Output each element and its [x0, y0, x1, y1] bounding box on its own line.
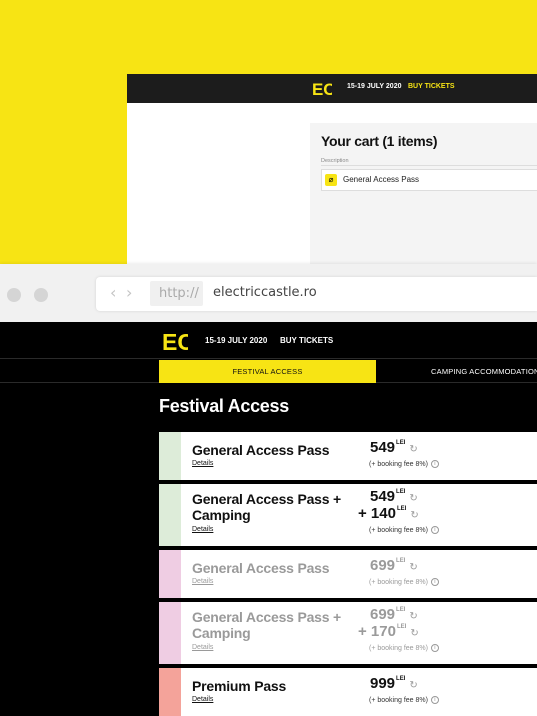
ticket-price: 999LEI↻ [370, 675, 418, 692]
refresh-icon: ↻ [409, 680, 418, 691]
festival-site: EC 15-19 JULY 2020 BUY TICKETS FESTIVAL … [0, 322, 537, 716]
booking-fee: (+ booking fee 8%) i [369, 526, 439, 534]
ticket-name: General Access Pass [192, 442, 330, 458]
info-icon[interactable]: i [430, 644, 439, 652]
refresh-icon: ↻ [409, 444, 418, 455]
info-icon[interactable]: i [430, 460, 439, 468]
currency-label: LEI [396, 489, 406, 495]
ec-logo: EC [312, 80, 332, 99]
window-dot-2[interactable] [34, 288, 48, 302]
details-link[interactable]: Details [192, 526, 213, 533]
tab-camping-accommodation[interactable]: CAMPING ACCOMMODATION [431, 360, 537, 383]
buy-tickets-link[interactable]: BUY TICKETS [280, 336, 333, 345]
ticket-card[interactable]: General Access Pass + Camping Details 54… [159, 484, 537, 546]
refresh-icon: ↻ [410, 510, 419, 521]
background-page-screenshot: EC 15-19 JULY 2020 BUY TICKETS Your cart… [127, 74, 537, 264]
ticket-price: 549LEI↻ [370, 439, 418, 456]
background-header: EC 15-19 JULY 2020 BUY TICKETS [127, 74, 537, 103]
refresh-icon: ↻ [410, 628, 419, 639]
ticket-stripe [159, 484, 181, 546]
details-link[interactable]: Details [192, 460, 213, 467]
cart-item[interactable]: ⌀ General Access Pass [321, 169, 537, 191]
divider [321, 165, 537, 166]
info-icon[interactable]: i [430, 526, 439, 534]
ticket-card[interactable]: Premium Pass Details 999LEI↻ (+ booking … [159, 668, 537, 716]
cart-title: Your cart (1 items) [321, 133, 438, 149]
details-link[interactable]: Details [192, 696, 213, 703]
ticket-stripe [159, 550, 181, 598]
buy-tickets-link[interactable]: BUY TICKETS [408, 83, 455, 90]
camping-price: + 170LEI↻ [358, 623, 419, 640]
ticket-price: 699LEI↻ [370, 557, 418, 574]
ticket-name: General Access Pass + Camping [192, 609, 342, 641]
festival-dates: 15-19 JULY 2020 [205, 336, 268, 345]
currency-label: LEI [396, 506, 407, 512]
description-column-label: Description [321, 158, 349, 164]
window-dot-1[interactable] [7, 288, 21, 302]
ticket-stripe [159, 602, 181, 664]
tab-festival-access[interactable]: FESTIVAL ACCESS [159, 360, 376, 383]
ticket-price: 699LEI↻ [370, 606, 418, 623]
browser-bar: ‹ › http:// electriccastle.ro [0, 264, 537, 322]
festival-dates: 15-19 JULY 2020 [347, 83, 402, 90]
url-protocol: http:// [150, 281, 203, 306]
booking-fee: (+ booking fee 8%) i [369, 578, 439, 586]
ticket-card[interactable]: General Access Pass + Camping Details 69… [159, 602, 537, 664]
ticket-stripe [159, 432, 181, 480]
ticket-tabs: FESTIVAL ACCESS CAMPING ACCOMMODATION [0, 360, 537, 383]
details-link[interactable]: Details [192, 578, 213, 585]
ticket-price: 549LEI↻ [370, 488, 418, 505]
booking-fee: (+ booking fee 8%) i [369, 696, 439, 704]
currency-label: LEI [396, 558, 406, 564]
currency-label: LEI [396, 607, 406, 613]
currency-label: LEI [396, 440, 406, 446]
svg-text:EC: EC [312, 80, 332, 99]
ticket-card[interactable]: General Access Pass Details 699LEI↻ (+ b… [159, 550, 537, 598]
currency-label: LEI [396, 676, 406, 682]
ec-logo[interactable]: EC [162, 328, 188, 354]
booking-fee: (+ booking fee 8%) i [369, 460, 439, 468]
cart-item-label: General Access Pass [343, 175, 420, 184]
currency-label: LEI [396, 624, 407, 630]
ticket-stripe [159, 668, 181, 716]
ticket-card[interactable]: General Access Pass Details 549LEI↻ (+ b… [159, 432, 537, 480]
back-icon[interactable]: ‹ [110, 283, 116, 302]
info-icon[interactable]: i [430, 696, 439, 704]
ticket-icon: ⌀ [325, 174, 337, 186]
ticket-name: General Access Pass [192, 560, 330, 576]
booking-fee: (+ booking fee 8%) i [369, 644, 439, 652]
site-header: EC 15-19 JULY 2020 BUY TICKETS [0, 322, 537, 359]
ticket-name: General Access Pass + Camping [192, 491, 342, 523]
svg-text:EC: EC [162, 329, 188, 354]
refresh-icon: ↻ [409, 562, 418, 573]
refresh-icon: ↻ [409, 611, 418, 622]
url-domain[interactable]: electriccastle.ro [213, 285, 317, 300]
page-title: Festival Access [159, 396, 289, 416]
ticket-name: Premium Pass [192, 678, 287, 694]
cart-panel: Your cart (1 items) Description ⌀ Genera… [310, 123, 537, 264]
address-bar[interactable]: ‹ › http:// electriccastle.ro [96, 277, 537, 311]
camping-price: + 140LEI↻ [358, 505, 419, 522]
refresh-icon: ↻ [409, 493, 418, 504]
details-link[interactable]: Details [192, 644, 213, 651]
info-icon[interactable]: i [430, 578, 439, 586]
forward-icon[interactable]: › [126, 283, 132, 302]
